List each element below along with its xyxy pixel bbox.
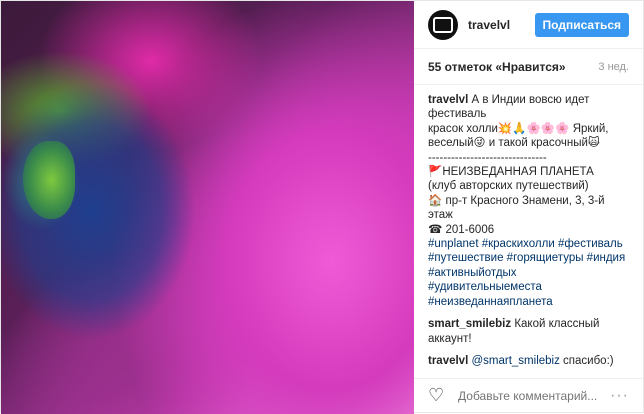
caption-club: (клуб авторских путешествий) xyxy=(428,180,589,193)
photo-ear-detail xyxy=(23,141,75,219)
comment-mention[interactable]: @smart_smilebiz xyxy=(471,355,559,367)
caption-line: веселый😜 и такой красочный🙀 xyxy=(428,137,600,150)
hashtag-line[interactable]: #путешествие #горящиетуры #индия xyxy=(428,251,629,265)
comment-author[interactable]: smart_smilebiz xyxy=(428,318,511,330)
post-header: travelvl Подписаться xyxy=(414,1,643,49)
comment-input[interactable] xyxy=(456,387,611,404)
instagram-post: travelvl Подписаться 55 отметок «Нравитс… xyxy=(0,0,644,414)
caption-divider: ------------------------------- xyxy=(428,151,547,164)
caption: travelvl А в Индии вовсю идет фестиваль … xyxy=(428,93,629,309)
caption-line: красок холли💥🙏🌸🌸🌸 Яркий, xyxy=(428,122,609,135)
avatar[interactable] xyxy=(428,9,458,40)
heart-icon[interactable]: ♡ xyxy=(428,385,448,406)
username-link[interactable]: travelvl xyxy=(468,18,510,32)
hashtag-line[interactable]: #активныйотдых #удивительныеместа xyxy=(428,266,629,295)
camera-icon xyxy=(433,16,453,33)
caption-phone: ☎ 201-6006 xyxy=(428,223,495,236)
post-photo[interactable] xyxy=(1,1,414,414)
post-time[interactable]: 3 нед. xyxy=(598,61,629,73)
follow-button[interactable]: Подписаться xyxy=(534,12,629,37)
comment: smart_smilebiz Какой классный аккаунт! xyxy=(428,317,629,346)
likes-count[interactable]: 55 отметок «Нравится» xyxy=(428,60,566,74)
caption-address: 🏠 пр-т Красного Знамени, 3, 3-й этаж xyxy=(428,194,605,222)
ellipsis-icon[interactable]: ··· xyxy=(610,387,629,405)
post-meta: 55 отметок «Нравится» 3 нед. xyxy=(414,49,643,85)
caption-author[interactable]: travelvl xyxy=(428,94,468,106)
hashtag-line[interactable]: #неизведаннаяпланета xyxy=(428,295,629,309)
hashtag-line[interactable]: #unplanet #краскихолли #фестиваль xyxy=(428,237,629,251)
caption-title: 🚩НЕИЗВЕДАННАЯ ПЛАНЕТА xyxy=(428,166,594,179)
comment-text: спасибо:) xyxy=(563,354,614,367)
comments-list: travelvl А в Индии вовсю идет фестиваль … xyxy=(414,93,643,376)
add-comment-bar: ♡ ··· xyxy=(414,378,643,412)
comment: travelvl @smart_smilebiz спасибо:) xyxy=(428,354,629,368)
comment-author[interactable]: travelvl xyxy=(428,355,468,367)
